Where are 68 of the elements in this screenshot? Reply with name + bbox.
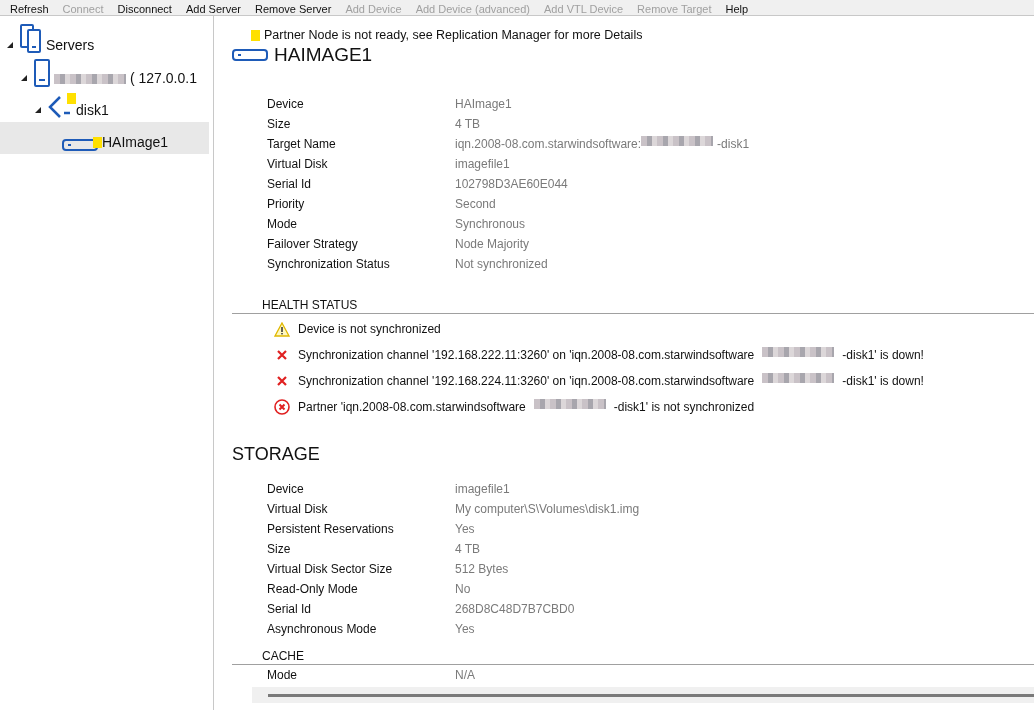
property-label: Failover Strategy <box>267 237 359 251</box>
property-label: Mode <box>267 217 299 231</box>
target-icon <box>48 95 72 119</box>
health-message: -disk1' is down! <box>842 374 924 388</box>
toolbar-button[interactable]: Add Server <box>185 3 241 15</box>
property-value: HAImage1 <box>455 97 512 111</box>
health-message: Synchronization channel '192.168.222.11:3260' on 'iqn.2008-08.com.starwindsoftware <box>298 348 755 362</box>
property-value: Second <box>455 197 496 211</box>
property-value: iqn.2008-08.com.starwindsoftware: <box>455 137 642 151</box>
property-label: Serial Id <box>267 177 313 191</box>
section-heading: HEALTH STATUS <box>232 298 1034 314</box>
tree-label: Servers <box>46 36 95 54</box>
expand-arrow-icon[interactable] <box>34 106 42 114</box>
property-label: Mode <box>267 668 299 682</box>
tree-label: disk1 <box>76 101 109 119</box>
property-value: No <box>455 582 471 596</box>
notice-text: Partner Node is not ready, see Replication Manager for more Details <box>264 28 643 42</box>
health-message: -disk1' is not synchronized <box>613 400 755 414</box>
property-label: Synchronization Status <box>267 257 391 271</box>
property-label: Size <box>267 117 292 131</box>
property-value: imagefile1 <box>455 482 510 496</box>
property-value: Not synchronized <box>455 257 548 271</box>
health-message: Partner 'iqn.2008-08.com.starwindsoftware <box>298 400 526 414</box>
health-message: -disk1' is down! <box>842 348 924 362</box>
section-title: STORAGE <box>232 444 321 465</box>
expand-arrow-icon[interactable] <box>6 41 14 49</box>
property-value: Yes <box>455 622 475 636</box>
property-label: Asynchronous Mode <box>267 622 378 636</box>
property-value: Synchronous <box>455 217 526 231</box>
device-title: HAIMAGE1 <box>274 44 373 66</box>
tree-label: ( 127.0.0.1 <box>130 69 197 87</box>
health-message: Device is not synchronized <box>298 322 441 336</box>
servers-icon <box>20 24 42 54</box>
property-label: Serial Id <box>267 602 313 616</box>
tree-item[interactable]: ( 127.0.0.1 <box>0 57 209 90</box>
health-message: Synchronization channel '192.168.224.11:3260' on 'iqn.2008-08.com.starwindsoftware <box>298 374 755 388</box>
toolbar-button[interactable]: Disconnect <box>117 3 172 15</box>
property-value: My computer\S\Volumes\disk1.img <box>455 502 640 516</box>
property-value: imagefile1 <box>455 157 510 171</box>
tree-item[interactable]: Servers <box>0 22 209 57</box>
property-label: Virtual Disk <box>267 502 329 516</box>
property-label: Device <box>267 482 305 496</box>
property-value: Node Majority <box>455 237 530 251</box>
property-label: Size <box>267 542 292 556</box>
toolbar-button[interactable]: Help <box>725 3 749 15</box>
section-heading: CACHE <box>232 649 1034 665</box>
property-label: Priority <box>267 197 306 211</box>
tree-label: HAImage1 <box>102 133 169 151</box>
property-label: Target Name <box>267 137 337 151</box>
property-label: Virtual Disk Sector Size <box>267 562 394 576</box>
expand-arrow-icon[interactable] <box>20 74 28 82</box>
property-value: N/A <box>455 668 475 682</box>
tree-item[interactable]: HAImage1 <box>0 122 209 154</box>
property-label: Virtual Disk <box>267 157 329 171</box>
toolbar-button[interactable]: Remove Server <box>254 3 332 15</box>
property-value: 102798D3AE60E044 <box>455 177 568 191</box>
property-label: Read-Only Mode <box>267 582 359 596</box>
tree-item[interactable]: disk1 <box>0 90 209 122</box>
property-value: 4 TB <box>455 117 481 131</box>
property-value: -disk1 <box>717 137 750 151</box>
toolbar-button[interactable]: Refresh <box>10 3 49 15</box>
server-icon <box>34 59 50 87</box>
property-label: Device <box>267 97 305 111</box>
property-label: Persistent Reservations <box>267 522 395 536</box>
property-value: 268D8C48D7B7CBD0 <box>455 602 575 616</box>
property-value: Yes <box>455 522 475 536</box>
property-value: 4 TB <box>455 542 481 556</box>
property-value: 512 Bytes <box>455 562 509 576</box>
